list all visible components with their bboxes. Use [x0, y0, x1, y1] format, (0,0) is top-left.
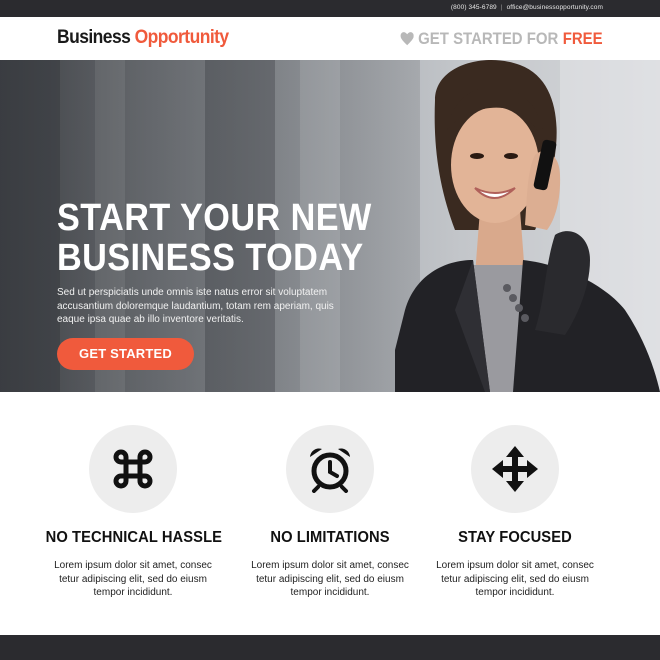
feature-no-technical-hassle: NO TECHNICAL HASSLE Lorem ipsum dolor si… [38, 392, 228, 600]
site-header: Business Opportunity GET STARTED FOR FRE… [0, 17, 660, 60]
logo-word-business: Business [57, 27, 131, 48]
alarm-clock-icon [310, 448, 350, 493]
logo-word-opportunity: Opportunity [134, 27, 229, 48]
feature-text: Lorem ipsum dolor sit amet, consec tetur… [251, 560, 409, 598]
feature-icon-circle [89, 425, 177, 513]
feature-no-limitations: NO LIMITATIONS Lorem ipsum dolor sit ame… [235, 392, 425, 600]
phone-number[interactable]: (800) 345-6789 [451, 4, 497, 11]
move-arrows-icon [492, 446, 538, 492]
woman-on-phone-photo [395, 60, 660, 392]
feature-text: Lorem ipsum dolor sit amet, consec tetur… [54, 560, 212, 598]
hero-description: Sed ut perspiciatis unde omnis iste natu… [57, 287, 334, 325]
contact-separator: | [500, 4, 503, 11]
footer-bar [0, 635, 660, 660]
hero-headline-line1: START YOUR NEW [57, 197, 372, 239]
contact-info: (800) 345-6789 | office@businessopportun… [451, 4, 603, 11]
feature-title: NO TECHNICAL HASSLE [45, 529, 223, 546]
hero-headline-line2: BUSINESS TODAY [57, 237, 364, 279]
command-icon [113, 449, 153, 489]
get-started-button[interactable]: GET STARTED [57, 338, 194, 370]
header-cta-text: GET STARTED FOR [418, 29, 559, 48]
heart-icon [400, 32, 415, 46]
feature-icon-circle [471, 425, 559, 513]
feature-stay-focused: STAY FOCUSED Lorem ipsum dolor sit amet,… [420, 392, 610, 600]
feature-icon-circle [286, 425, 374, 513]
top-bar: (800) 345-6789 | office@businessopportun… [0, 0, 660, 17]
header-cta-free: FREE [563, 29, 603, 48]
feature-title: NO LIMITATIONS [270, 529, 390, 546]
feature-title: STAY FOCUSED [458, 529, 572, 546]
logo[interactable]: Business Opportunity [57, 27, 229, 49]
email-link[interactable]: office@businessopportunity.com [507, 4, 603, 11]
feature-text: Lorem ipsum dolor sit amet, consec tetur… [436, 560, 594, 598]
features-section: NO TECHNICAL HASSLE Lorem ipsum dolor si… [0, 392, 660, 635]
hero-headline: START YOUR NEW BUSINESS TODAY [57, 198, 372, 278]
header-cta-link[interactable]: GET STARTED FOR FREE [400, 29, 603, 49]
